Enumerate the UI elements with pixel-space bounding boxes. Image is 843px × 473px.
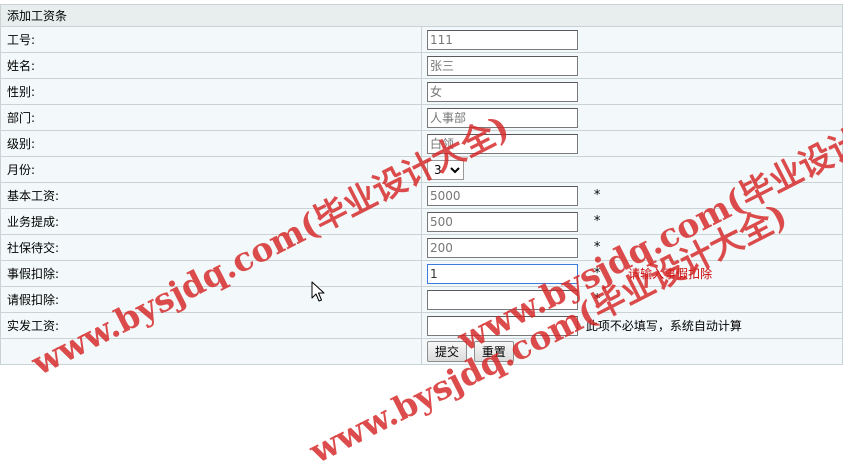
month-label: 月份: <box>0 156 422 183</box>
gender-input[interactable] <box>427 81 578 102</box>
name-input[interactable] <box>427 55 578 76</box>
leave-deduct-required-mark: * <box>593 266 601 281</box>
emp-id-input[interactable] <box>427 29 578 50</box>
base-salary-label: 基本工资: <box>0 182 422 209</box>
form-row-base-salary: 基本工资: * <box>0 182 843 209</box>
commission-label: 业务提成: <box>0 208 422 235</box>
net-pay-label: 实发工资: <box>0 312 422 339</box>
form-title: 添加工资条 <box>0 4 843 27</box>
actions-empty-cell <box>0 338 422 365</box>
form-row-sick-deduct: 请假扣除: * <box>0 286 843 313</box>
base-salary-required-mark: * <box>593 188 601 203</box>
sick-deduct-label: 请假扣除: <box>0 286 422 313</box>
leave-deduct-error-message: 请输入事假扣除 <box>628 267 713 281</box>
sick-deduct-required-mark: * <box>593 292 601 307</box>
reset-button[interactable]: 重置 <box>473 341 514 362</box>
form-row-actions: 提交 重置 <box>0 338 843 365</box>
base-salary-input[interactable] <box>427 185 578 206</box>
leave-deduct-label: 事假扣除: <box>0 260 422 287</box>
form-row-month: 月份: 3 <box>0 156 843 183</box>
add-payslip-form: 添加工资条 工号: 姓名: 性别: 部门: 级别: 月份: 3 基本工资: * <box>0 4 843 365</box>
level-label: 级别: <box>0 130 422 157</box>
form-row-dept: 部门: <box>0 104 843 131</box>
month-select[interactable]: 3 <box>427 159 464 180</box>
form-row-insurance: 社保待交: * <box>0 234 843 261</box>
form-row-commission: 业务提成: * <box>0 208 843 235</box>
net-pay-input[interactable] <box>427 315 578 336</box>
form-row-emp-id: 工号: <box>0 26 843 53</box>
insurance-required-mark: * <box>593 240 601 255</box>
name-label: 姓名: <box>0 52 422 79</box>
form-row-gender: 性别: <box>0 78 843 105</box>
dept-input[interactable] <box>427 107 578 128</box>
emp-id-label: 工号: <box>0 26 422 53</box>
gender-label: 性别: <box>0 78 422 105</box>
net-pay-hint: 此项不必填写，系统自动计算 <box>585 319 742 333</box>
dept-label: 部门: <box>0 104 422 131</box>
level-input[interactable] <box>427 133 578 154</box>
form-row-name: 姓名: <box>0 52 843 79</box>
insurance-input[interactable] <box>427 237 578 258</box>
form-row-leave-deduct: 事假扣除: * 请输入事假扣除 <box>0 260 843 287</box>
commission-input[interactable] <box>427 211 578 232</box>
sick-deduct-input[interactable] <box>427 289 578 310</box>
form-row-net-pay: 实发工资: 此项不必填写，系统自动计算 <box>0 312 843 339</box>
submit-button[interactable]: 提交 <box>427 341 468 362</box>
leave-deduct-input[interactable] <box>427 263 578 284</box>
insurance-label: 社保待交: <box>0 234 422 261</box>
form-row-level: 级别: <box>0 130 843 157</box>
commission-required-mark: * <box>593 214 601 229</box>
